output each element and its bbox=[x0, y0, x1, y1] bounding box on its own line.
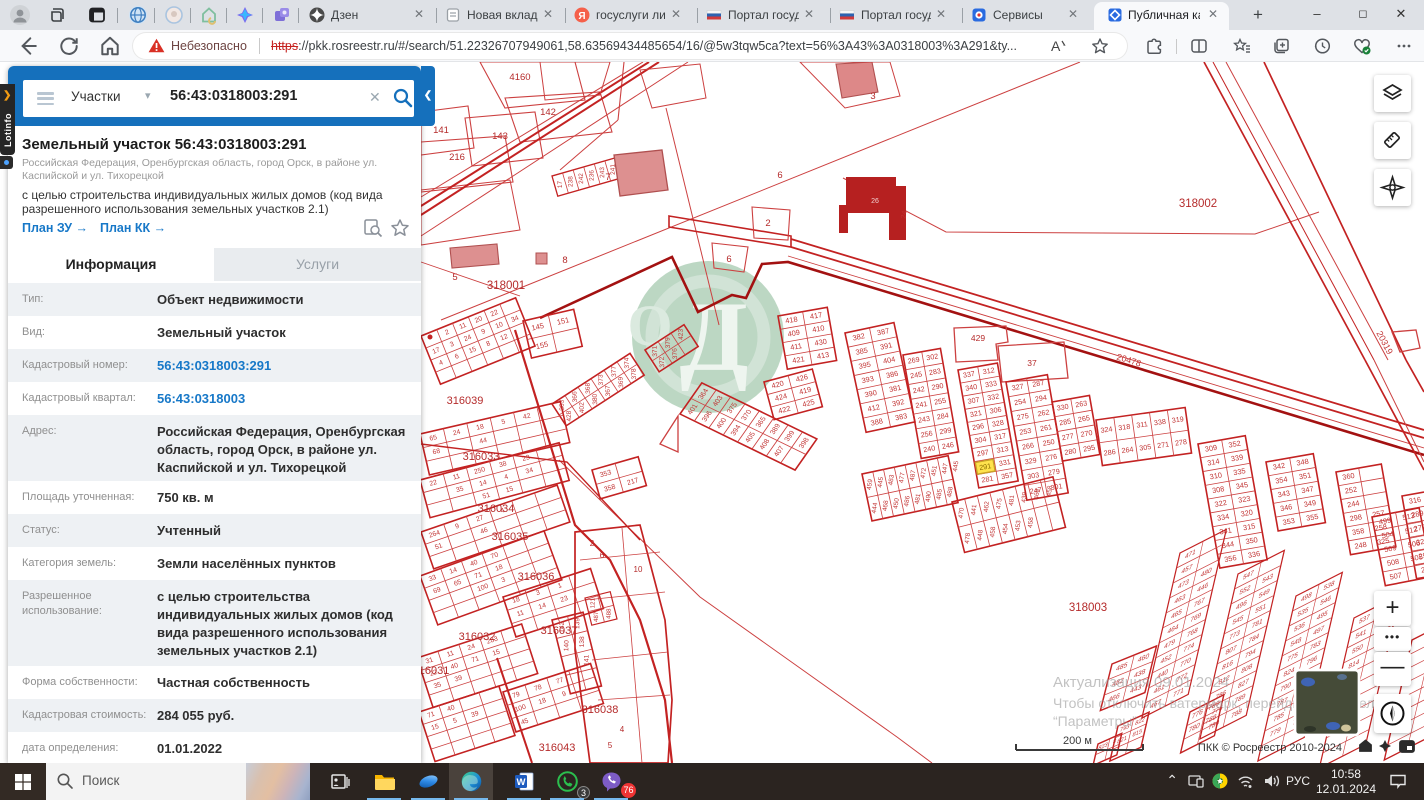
svg-text:316034: 316034 bbox=[478, 503, 515, 515]
svg-text:379: 379 bbox=[664, 337, 672, 349]
svg-text:373: 373 bbox=[597, 374, 605, 386]
svg-text:Актуализация 09.01.2024: Актуализация 09.01.2024 bbox=[1053, 674, 1229, 691]
svg-text:316032: 316032 bbox=[459, 631, 496, 643]
svg-text:366: 366 bbox=[571, 391, 579, 403]
svg-text:264: 264 bbox=[1121, 445, 1134, 456]
svg-text:372: 372 bbox=[659, 356, 667, 368]
svg-text:200 м: 200 м bbox=[1063, 735, 1092, 747]
svg-text:318001: 318001 bbox=[487, 280, 525, 292]
svg-text:487: 487 bbox=[593, 611, 600, 622]
svg-text:141: 141 bbox=[433, 125, 449, 136]
svg-text:138: 138 bbox=[579, 636, 586, 647]
svg-text:318002: 318002 bbox=[1179, 198, 1217, 210]
svg-text:242: 242 bbox=[578, 173, 585, 184]
svg-text:374: 374 bbox=[623, 357, 631, 369]
svg-text:428: 428 bbox=[566, 410, 574, 422]
svg-text:ПКК © Росреестр 2010-2024: ПКК © Росреестр 2010-2024 bbox=[1198, 742, 1342, 754]
svg-text:278: 278 bbox=[1174, 437, 1187, 448]
svg-text:423: 423 bbox=[678, 328, 686, 340]
svg-text:318003: 318003 bbox=[1069, 602, 1107, 614]
svg-text:318: 318 bbox=[1118, 422, 1131, 433]
svg-text:316038: 316038 bbox=[582, 704, 619, 716]
svg-text:369: 369 bbox=[618, 376, 626, 388]
svg-text:4: 4 bbox=[620, 725, 625, 734]
svg-text:368: 368 bbox=[585, 382, 593, 394]
svg-text:478: 478 bbox=[964, 532, 972, 544]
svg-text:481: 481 bbox=[1008, 494, 1016, 506]
svg-text:140: 140 bbox=[563, 640, 570, 651]
svg-text:371: 371 bbox=[652, 345, 660, 357]
svg-text:236: 236 bbox=[589, 170, 596, 181]
svg-text:10: 10 bbox=[634, 565, 643, 574]
svg-text:441: 441 bbox=[970, 504, 978, 516]
svg-text:6: 6 bbox=[777, 170, 782, 181]
svg-text:458: 458 bbox=[989, 526, 997, 538]
svg-text:316037: 316037 bbox=[541, 625, 578, 637]
svg-text:143: 143 bbox=[492, 131, 508, 142]
svg-text:141: 141 bbox=[583, 654, 590, 665]
svg-text:Я: Я bbox=[578, 11, 585, 22]
svg-text:376: 376 bbox=[672, 348, 680, 360]
svg-text:305: 305 bbox=[1139, 442, 1152, 453]
svg-text:A: A bbox=[1051, 38, 1061, 54]
svg-text:17: 17 bbox=[557, 181, 564, 189]
svg-text:316039: 316039 bbox=[447, 395, 484, 407]
svg-text:469: 469 bbox=[1033, 488, 1041, 500]
svg-text:4160: 4160 bbox=[509, 72, 530, 83]
svg-text:3: 3 bbox=[870, 91, 875, 102]
svg-text:377: 377 bbox=[611, 365, 619, 377]
svg-text:286: 286 bbox=[1103, 447, 1116, 458]
svg-text:316043: 316043 bbox=[539, 742, 576, 754]
svg-text:5: 5 bbox=[608, 741, 613, 750]
svg-text:324: 324 bbox=[1100, 424, 1113, 435]
svg-text:24: 24 bbox=[900, 210, 908, 219]
svg-text:311: 311 bbox=[1136, 419, 1149, 430]
svg-text:402: 402 bbox=[579, 402, 587, 414]
svg-text:453: 453 bbox=[1014, 520, 1022, 532]
svg-text:8: 8 bbox=[562, 255, 567, 266]
svg-text:“Параметры”: “Параметры” bbox=[1053, 713, 1137, 729]
svg-text:26: 26 bbox=[871, 198, 879, 205]
svg-text:37: 37 bbox=[1027, 358, 1037, 368]
svg-text:249: 249 bbox=[1420, 564, 1424, 575]
svg-text:6: 6 bbox=[726, 254, 731, 265]
svg-text:380: 380 bbox=[592, 393, 600, 405]
svg-text:470: 470 bbox=[958, 507, 966, 519]
svg-text:458: 458 bbox=[1046, 485, 1054, 497]
svg-text:475: 475 bbox=[995, 497, 1003, 509]
svg-text:271: 271 bbox=[1157, 440, 1170, 451]
svg-text:454: 454 bbox=[1002, 523, 1010, 535]
svg-text:316036: 316036 bbox=[518, 571, 555, 583]
svg-text:2: 2 bbox=[765, 218, 770, 229]
svg-text:W: W bbox=[517, 777, 526, 788]
svg-text:458: 458 bbox=[1027, 516, 1035, 528]
svg-text:448: 448 bbox=[977, 529, 985, 541]
svg-text:338: 338 bbox=[1153, 417, 1166, 428]
svg-text:238: 238 bbox=[567, 176, 574, 187]
svg-text:121: 121 bbox=[590, 597, 597, 608]
svg-text:367: 367 bbox=[605, 385, 613, 397]
svg-text:216: 216 bbox=[449, 152, 465, 163]
svg-text:7: 7 bbox=[605, 172, 610, 183]
svg-text:378: 378 bbox=[631, 368, 639, 380]
svg-text:319: 319 bbox=[1171, 414, 1184, 425]
svg-text:439: 439 bbox=[1021, 491, 1029, 503]
svg-text:316035: 316035 bbox=[492, 531, 529, 543]
svg-text:429: 429 bbox=[971, 333, 985, 343]
svg-text:488: 488 bbox=[606, 608, 613, 619]
svg-text:462: 462 bbox=[983, 501, 991, 513]
